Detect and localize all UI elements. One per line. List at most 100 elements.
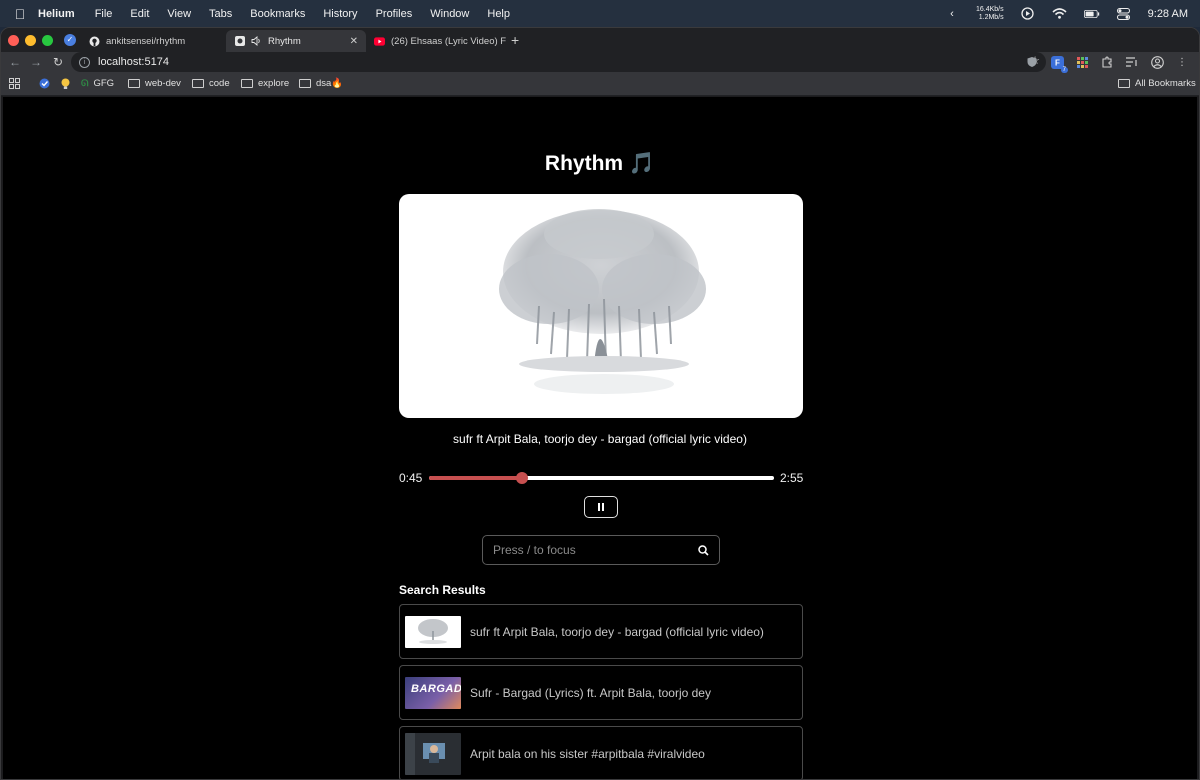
clock[interactable]: 9:28 AM [1148,8,1188,20]
lightbulb-icon[interactable] [61,78,70,90]
tab-github[interactable]: ankitsensei/rhythm [81,30,226,52]
bookmark-web-dev[interactable]: web-dev [128,78,181,89]
pause-button[interactable] [584,496,618,518]
control-center-icon[interactable] [1116,6,1132,22]
tab-strip: ✓ ankitsensei/rhythm Rhythm ✕ (26) Ehsaa… [1,28,1199,52]
battery-icon[interactable] [1083,6,1100,22]
menu-bookmarks[interactable]: Bookmarks [250,8,305,20]
profile-avatar-icon[interactable] [1150,55,1164,69]
menu-view[interactable]: View [167,8,191,20]
now-playing-title: sufr ft Arpit Bala, toorjo dey - bargad … [453,432,747,446]
verified-check-icon[interactable]: ✓ [64,34,76,46]
url-text[interactable]: localhost:5174 [98,56,169,68]
bookmark-label: code [209,78,230,89]
tab-title: Rhythm [268,35,301,47]
queue-list-icon[interactable] [1125,55,1139,69]
play-circle-icon[interactable] [1020,6,1036,22]
chevron-left-icon[interactable]: ‹ [944,6,960,22]
toolbar: ← → ↻ i localhost:5174 ☆ F 7 [1,52,1199,74]
bookmark-gfg[interactable]: ᘏ GFG [81,78,114,89]
menu-edit[interactable]: Edit [130,8,149,20]
extension-badge-icon[interactable]: F 7 [1050,55,1068,73]
menu-app-name[interactable]: Helium [38,8,75,20]
reload-icon[interactable]: ↻ [50,55,66,69]
thumbnail-caption: BARGAD [411,682,461,695]
net-up: 16.4Kb/s [976,5,1004,13]
result-item[interactable]: Arpit bala on his sister #arpitbala #vir… [399,726,803,779]
bookmark-explore[interactable]: explore [241,78,289,89]
menu-window[interactable]: Window [430,8,469,20]
result-thumbnail [405,615,461,648]
search-input[interactable] [493,543,683,557]
bookmarks-bar: ᘏ GFG web-dev code explore dsa🔥 All Book… [1,74,1199,96]
youtube-icon [374,36,385,47]
album-artwork [399,194,803,418]
github-icon [89,36,100,47]
menu-help[interactable]: Help [487,8,510,20]
bookmark-label: dsa🔥 [316,78,344,89]
page-content: Rhythm 🎵 sufr ft Arpit Bala, toorjo dey … [3,97,1197,779]
search-icon[interactable] [698,545,709,559]
pause-icon [598,503,600,511]
network-speed: 16.4Kb/s 1.2Mb/s [976,6,1004,22]
bookmark-label: web-dev [145,78,181,89]
apps-grid-icon[interactable] [1075,55,1089,69]
pause-icon-bar [602,503,604,511]
current-time: 0:45 [399,471,423,485]
bookmark-check-icon[interactable] [39,78,50,89]
tab-rhythm[interactable]: Rhythm ✕ [226,30,366,52]
all-bookmarks[interactable]: All Bookmarks [1118,78,1196,89]
folder-icon [192,79,204,88]
close-tab-icon[interactable]: ✕ [350,36,358,47]
forward-arrow-icon[interactable]: → [28,55,44,69]
menu-file[interactable]: File [95,8,113,20]
progress-slider[interactable] [429,472,774,484]
address-bar[interactable]: i localhost:5174 ☆ [71,52,1046,72]
shield-extension-icon[interactable] [1025,55,1039,69]
bookmark-label: explore [258,78,290,89]
bookmark-dsa[interactable]: dsa🔥 [299,78,343,89]
gfg-logo-icon: ᘏ [81,78,89,88]
apple-menu-icon[interactable]:  [12,6,28,22]
speaker-icon [251,36,262,47]
net-down: 1.2Mb/s [978,13,1004,21]
macos-menubar:  Helium File Edit View Tabs Bookmarks H… [0,0,1200,27]
bookmark-label: GFG [93,78,115,89]
minimize-window-button[interactable] [25,35,36,46]
result-title: Sufr - Bargad (Lyrics) ft. Arpit Bala, t… [470,685,711,700]
puzzle-extensions-icon[interactable] [1100,55,1114,69]
folder-icon [241,79,253,88]
banyan-tree-illustration [499,209,706,394]
result-item[interactable]: BARGAD Sufr - Bargad (Lyrics) ft. Arpit … [399,665,803,720]
search-results-list: sufr ft Arpit Bala, toorjo dey - bargad … [399,604,803,779]
app-title: Rhythm 🎵 [544,152,656,175]
extension-badge-count: 7 [1060,67,1068,73]
zoom-window-button[interactable] [42,35,53,46]
close-window-button[interactable] [8,35,19,46]
wifi-icon[interactable] [1052,6,1068,22]
folder-icon [128,79,140,88]
more-menu-icon[interactable]: ⋮ [1175,55,1189,69]
apps-icon[interactable] [9,78,20,89]
menu-profiles[interactable]: Profiles [376,8,413,20]
search-box[interactable] [482,535,720,565]
result-thumbnail [405,732,461,775]
site-info-icon[interactable]: i [79,56,90,68]
results-heading: Search Results [399,583,486,597]
menu-history[interactable]: History [323,8,357,20]
svg-text:F: F [1055,58,1060,67]
result-item[interactable]: sufr ft Arpit Bala, toorjo dey - bargad … [399,604,803,659]
tab-title: ankitsensei/rhythm [106,35,186,47]
result-title: Arpit bala on his sister #arpitbala #vir… [470,746,705,761]
extension-icons: F 7 ⋮ [1025,55,1189,73]
back-arrow-icon[interactable]: ← [7,55,23,69]
window-controls [8,35,53,46]
tab-youtube[interactable]: (26) Ehsaas (Lyric Video) Fa [366,30,506,52]
browser-window: ✓ ankitsensei/rhythm Rhythm ✕ (26) Ehsaa… [0,27,1200,780]
new-tab-plus-icon[interactable]: + [511,32,519,48]
result-thumbnail: BARGAD [405,676,461,709]
progress-thumb[interactable] [516,472,529,484]
progress-fill [429,476,523,480]
bookmark-code[interactable]: code [192,78,230,89]
menu-tabs[interactable]: Tabs [209,8,232,20]
